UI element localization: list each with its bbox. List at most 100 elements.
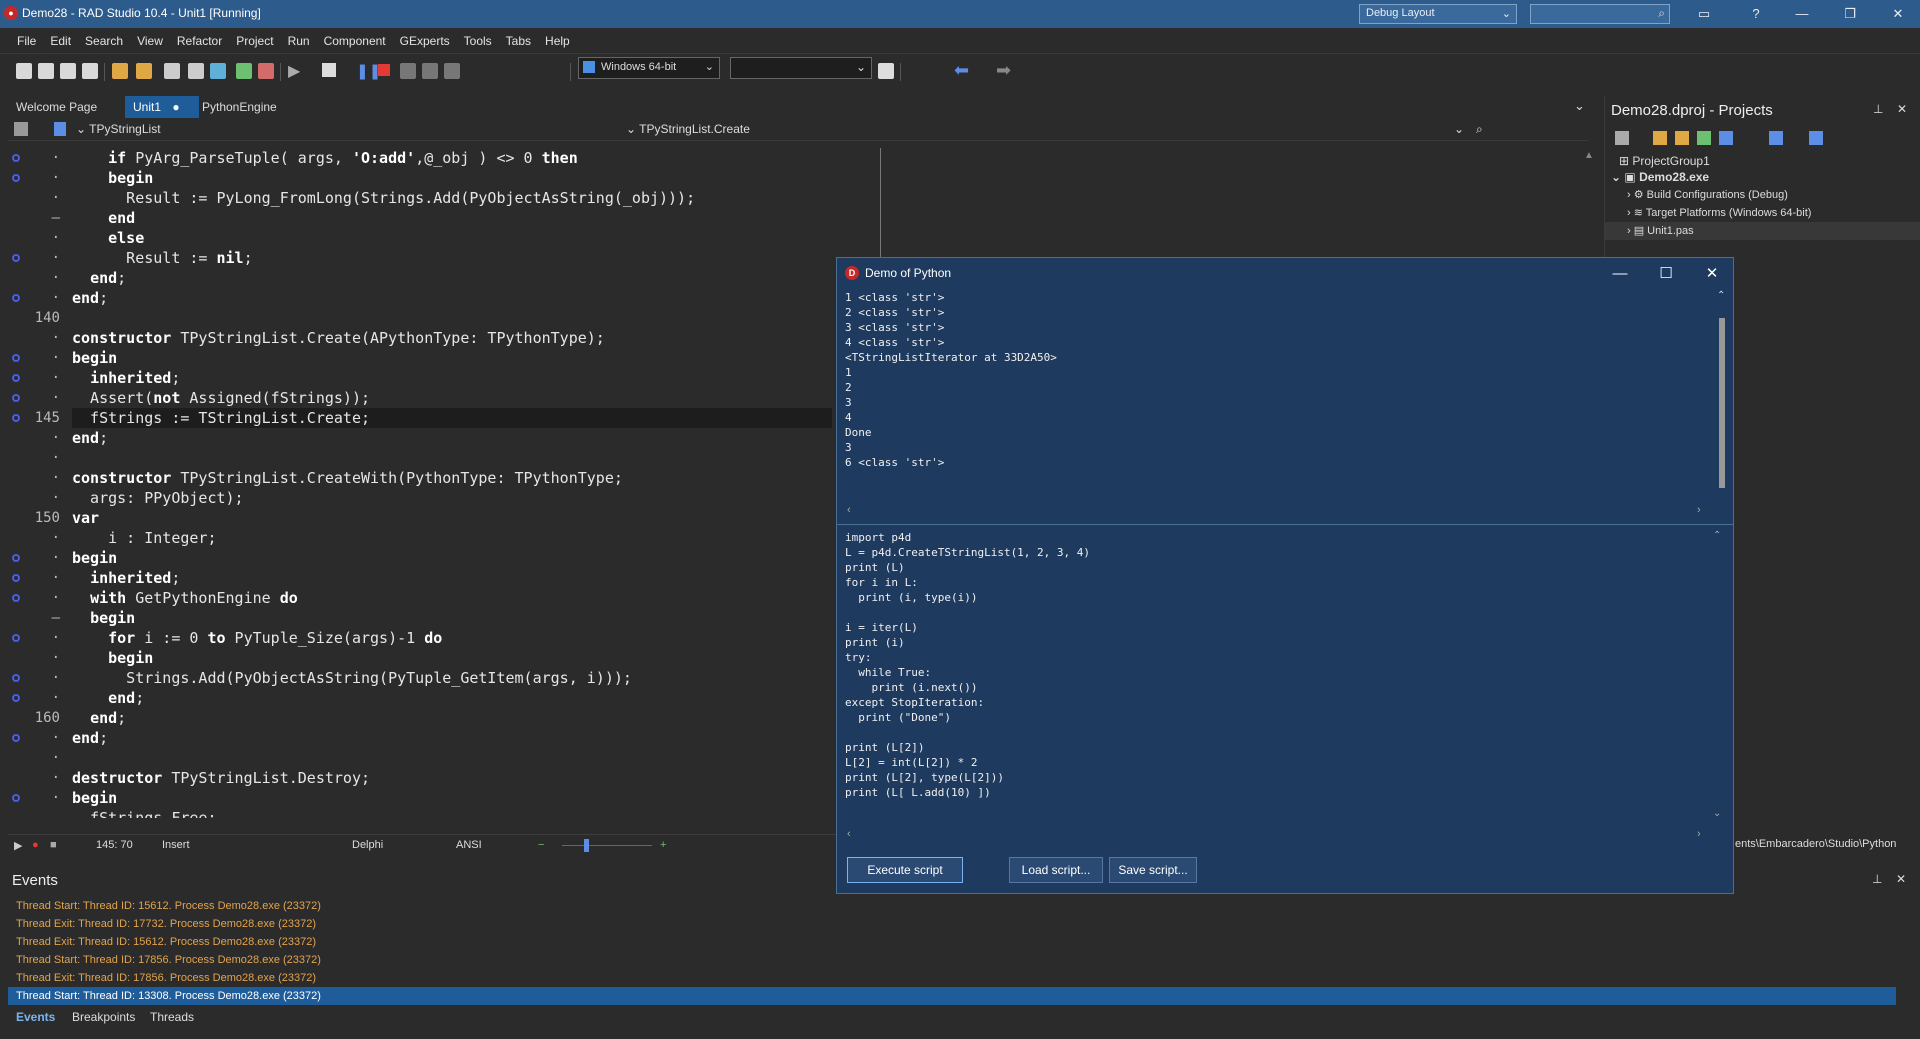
menu-search[interactable]: Search xyxy=(78,28,130,54)
sync-icon[interactable] xyxy=(1697,131,1711,145)
menu-edit[interactable]: Edit xyxy=(43,28,78,54)
load-script-button[interactable]: Load script... xyxy=(1009,857,1103,883)
help-icon[interactable]: ? xyxy=(1742,4,1770,24)
zoom-out-icon[interactable]: − xyxy=(538,839,544,851)
config-select[interactable]: ⌄ xyxy=(730,57,872,79)
event-row[interactable]: Thread Exit: Thread ID: 17856. Process D… xyxy=(16,969,316,987)
menu-help[interactable]: Help xyxy=(538,28,577,54)
navigate-forward-icon[interactable]: ➡ xyxy=(996,60,1011,81)
menu-file[interactable]: File xyxy=(10,28,43,54)
deploy-icon[interactable] xyxy=(878,63,894,79)
view-icon[interactable] xyxy=(1809,131,1823,145)
chevron-left-icon[interactable]: ‹ xyxy=(847,828,851,840)
add-to-project-icon[interactable] xyxy=(236,63,252,79)
sort-icon[interactable] xyxy=(1769,131,1783,145)
toolbox-icon[interactable] xyxy=(14,122,28,136)
tree-item-target-platforms[interactable]: › ≋ Target Platforms (Windows 64-bit) xyxy=(1627,204,1811,222)
zoom-slider-thumb[interactable] xyxy=(584,839,589,852)
scrollbar-thumb[interactable] xyxy=(1719,318,1725,488)
play-macro-icon[interactable]: ▶ xyxy=(14,839,22,852)
splitter[interactable] xyxy=(837,524,1733,525)
event-row[interactable]: Thread Exit: Thread ID: 15612. Process D… xyxy=(16,933,316,951)
minimize-button[interactable]: — xyxy=(1605,262,1635,286)
customize-icon[interactable]: ▭ xyxy=(1690,4,1718,24)
tree-item-unit1[interactable]: › ▤ Unit1.pas xyxy=(1627,222,1694,240)
remove-from-project-icon[interactable] xyxy=(258,63,274,79)
record-macro-icon[interactable]: ● xyxy=(32,839,39,851)
save-icon[interactable] xyxy=(164,63,180,79)
pin-icon[interactable]: ⊥ xyxy=(1873,102,1883,116)
open-project-icon[interactable] xyxy=(1653,131,1667,145)
open-project-icon[interactable] xyxy=(82,63,98,79)
chevron-up-icon[interactable]: ⌃ xyxy=(1713,530,1721,541)
new-file-icon[interactable] xyxy=(16,63,32,79)
tree-item-exe[interactable]: ⌄ ▣ Demo28.exe xyxy=(1611,168,1709,186)
new-form-icon[interactable] xyxy=(60,63,76,79)
chevron-down-icon[interactable]: ⌄ xyxy=(1713,808,1721,819)
open-folder-icon[interactable] xyxy=(136,63,152,79)
zoom-slider-track[interactable] xyxy=(562,845,652,846)
breakpoint-icon[interactable] xyxy=(12,254,20,262)
menu-tabs[interactable]: Tabs xyxy=(499,28,538,54)
ide-search-input[interactable]: ⌕ xyxy=(1530,4,1670,24)
breakpoint-icon[interactable] xyxy=(12,634,20,642)
menu-gexperts[interactable]: GExperts xyxy=(393,28,457,54)
chevron-left-icon[interactable]: ‹ xyxy=(847,504,851,516)
script-editor[interactable]: import p4d L = p4d.CreateTStringList(1, … xyxy=(845,530,1707,860)
new-items-icon[interactable] xyxy=(38,63,54,79)
save-all-icon[interactable] xyxy=(188,63,204,79)
method-combo[interactable]: ⌄ TPyStringList.Create xyxy=(626,122,750,136)
menu-run[interactable]: Run xyxy=(281,28,317,54)
tab-welcome-page[interactable]: Welcome Page xyxy=(8,96,105,118)
close-button[interactable]: ✕ xyxy=(1884,4,1912,24)
menu-project[interactable]: Project xyxy=(229,28,280,54)
menu-tools[interactable]: Tools xyxy=(457,28,499,54)
run-icon[interactable]: ▶ xyxy=(288,61,300,81)
chevron-right-icon[interactable]: › xyxy=(1697,828,1701,840)
output-memo[interactable]: 1 <class 'str'> 2 <class 'str'> 3 <class… xyxy=(845,290,1707,466)
breakpoint-icon[interactable] xyxy=(12,294,20,302)
navigate-back-icon[interactable]: ⬅ xyxy=(954,60,969,81)
event-row[interactable]: Thread Start: Thread ID: 13308. Process … xyxy=(16,987,321,1005)
run-without-debug-icon[interactable] xyxy=(322,63,336,77)
close-panel-icon[interactable]: ✕ xyxy=(1896,872,1906,886)
unit-icon[interactable] xyxy=(54,122,66,136)
chevron-right-icon[interactable]: › xyxy=(1697,504,1701,516)
step-out-icon[interactable] xyxy=(444,63,460,79)
tree-item-build-configs[interactable]: › ⚙ Build Configurations (Debug) xyxy=(1627,186,1788,204)
event-row[interactable]: Thread Exit: Thread ID: 17732. Process D… xyxy=(16,915,316,933)
menu-view[interactable]: View xyxy=(130,28,170,54)
breakpoint-icon[interactable] xyxy=(12,154,20,162)
layout-combo[interactable]: Debug Layout ⌄ xyxy=(1359,4,1517,24)
minimize-button[interactable]: — xyxy=(1788,4,1816,24)
macro-stop-icon[interactable]: ■ xyxy=(50,839,57,851)
tab-threads[interactable]: Threads xyxy=(150,1010,194,1024)
editor-gutter[interactable]: · · · – · · · · 140 · · · · 145 · · · · … xyxy=(8,148,64,818)
breakpoint-icon[interactable] xyxy=(12,374,20,382)
build-icon[interactable] xyxy=(1719,131,1733,145)
output-scrollbar[interactable]: ⌃ xyxy=(1715,290,1727,496)
breakpoint-icon[interactable] xyxy=(12,794,20,802)
zoom-in-icon[interactable]: + xyxy=(660,839,666,851)
maximize-button[interactable]: ☐ xyxy=(1651,262,1681,286)
tab-python-engine[interactable]: PythonEngine xyxy=(194,96,285,118)
tabs-dropdown-icon[interactable]: ⌄ xyxy=(1574,98,1585,114)
breakpoint-icon[interactable] xyxy=(12,414,20,422)
breakpoint-icon[interactable] xyxy=(12,394,20,402)
breakpoint-icon[interactable] xyxy=(12,574,20,582)
tab-events[interactable]: Events xyxy=(16,1010,55,1024)
search-icon[interactable]: ⌕ xyxy=(1476,122,1483,137)
step-into-icon[interactable] xyxy=(422,63,438,79)
execute-script-button[interactable]: Execute script xyxy=(847,857,963,883)
code-editor[interactable]: if PyArg_ParseTuple( args, 'O:add',@_obj… xyxy=(72,148,882,818)
step-over-icon[interactable] xyxy=(400,63,416,79)
open-icon[interactable] xyxy=(112,63,128,79)
breakpoint-icon[interactable] xyxy=(12,594,20,602)
breakpoint-icon[interactable] xyxy=(12,734,20,742)
chevron-up-icon[interactable]: ⌃ xyxy=(1717,290,1725,301)
stop-icon[interactable] xyxy=(378,64,390,76)
close-panel-icon[interactable]: ✕ xyxy=(1897,102,1907,116)
breakpoint-icon[interactable] xyxy=(12,694,20,702)
close-button[interactable]: ✕ xyxy=(1697,262,1727,286)
menu-component[interactable]: Component xyxy=(317,28,393,54)
